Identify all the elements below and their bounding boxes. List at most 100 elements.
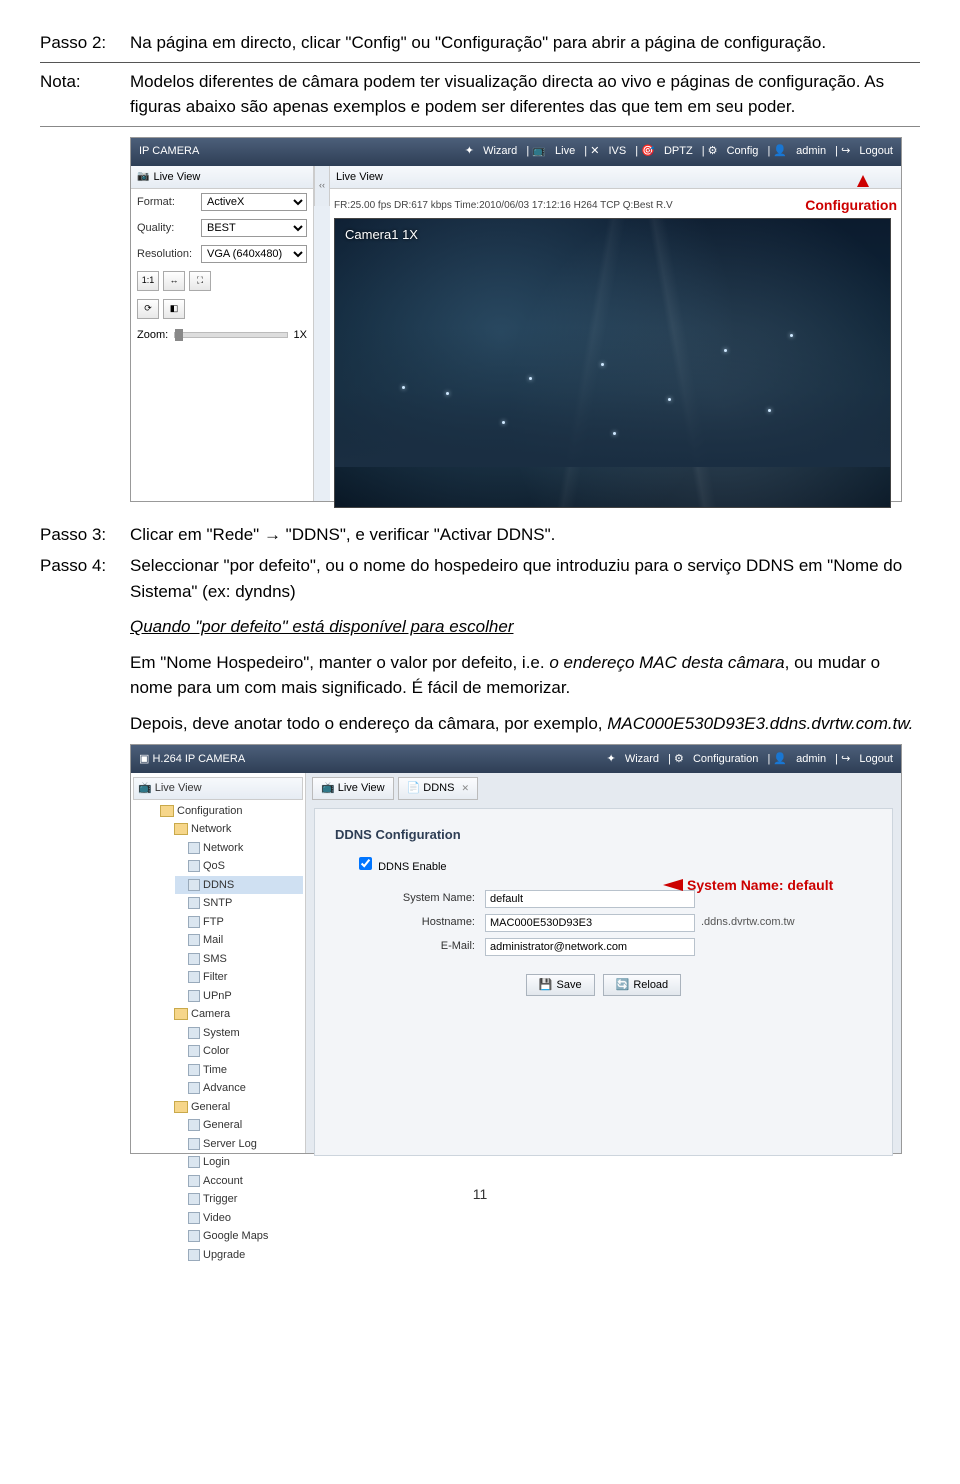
tree-video[interactable]: Video bbox=[175, 1209, 303, 1228]
divider bbox=[40, 62, 920, 63]
tree-trigger[interactable]: Trigger bbox=[175, 1190, 303, 1209]
nav-live[interactable]: | 📺 Live bbox=[526, 145, 575, 157]
video-feed: Camera1 1X bbox=[334, 218, 891, 508]
nav-config[interactable]: | ⚙ Config bbox=[702, 145, 759, 157]
tree-network[interactable]: Network bbox=[175, 839, 303, 858]
system-name-input[interactable] bbox=[485, 890, 695, 908]
hostname-suffix: .ddns.dvrtw.com.tw bbox=[701, 914, 795, 931]
tree-time[interactable]: Time bbox=[175, 1061, 303, 1080]
quality-label: Quality: bbox=[137, 220, 195, 237]
stream-info: FR:25.00 fps DR:617 kbps Time:2010/06/03… bbox=[334, 198, 673, 213]
nav-logout[interactable]: | ↪ Logout bbox=[835, 145, 893, 157]
tab-live-view[interactable]: 📺 Live View bbox=[312, 777, 394, 800]
nota-text: Modelos diferentes de câmara podem ter v… bbox=[130, 69, 920, 120]
system-name-callout: System Name: default bbox=[693, 875, 833, 896]
zoom-slider[interactable] bbox=[174, 332, 287, 338]
zoom-value: 1X bbox=[294, 327, 307, 344]
system-name-label: System Name: bbox=[335, 890, 485, 907]
tree-camera-folder[interactable]: Camera bbox=[161, 1005, 303, 1024]
tree-general[interactable]: General bbox=[175, 1116, 303, 1135]
close-icon[interactable]: ✕ bbox=[461, 782, 469, 796]
format-select[interactable]: ActiveX bbox=[201, 193, 307, 211]
zoom-label: Zoom: bbox=[137, 327, 168, 344]
tree-advance[interactable]: Advance bbox=[175, 1079, 303, 1098]
panel-title: DDNS Configuration bbox=[335, 825, 872, 845]
refresh-icon[interactable]: ⟳ bbox=[137, 299, 159, 319]
arrow-up-icon bbox=[857, 175, 869, 187]
tree-network-folder[interactable]: Network bbox=[161, 820, 303, 839]
step-4: Passo 4: Seleccionar "por defeito", ou o… bbox=[40, 553, 920, 736]
divider bbox=[40, 126, 920, 127]
step-4-line1: Seleccionar "por defeito", ou o nome do … bbox=[130, 553, 920, 604]
main-area: 📺 Live View 📄 DDNS✕ DDNS Configuration D… bbox=[306, 773, 901, 1153]
nav-wizard[interactable]: ✦ Wizard bbox=[607, 753, 660, 765]
tree-account[interactable]: Account bbox=[175, 1172, 303, 1191]
fullscreen-icon[interactable]: ⛶ bbox=[189, 271, 211, 291]
tree-sms[interactable]: SMS bbox=[175, 950, 303, 969]
header-nav: ✦ Wizard | ⚙ Configuration | 👤 admin | ↪… bbox=[601, 751, 893, 768]
hostname-label: Hostname: bbox=[335, 914, 485, 931]
tree-system[interactable]: System bbox=[175, 1024, 303, 1043]
tree-ftp[interactable]: FTP bbox=[175, 913, 303, 932]
tree-filter[interactable]: Filter bbox=[175, 968, 303, 987]
nav-wizard[interactable]: ✦ Wizard bbox=[465, 145, 518, 157]
nav-dptz[interactable]: | 🎯 DPTZ bbox=[635, 145, 692, 157]
header-nav: ✦ Wizard | 📺 Live | ✕ IVS | 🎯 DPTZ | ⚙ C… bbox=[459, 143, 893, 160]
email-input[interactable] bbox=[485, 938, 695, 956]
step-4-line2: Quando "por defeito" está disponível par… bbox=[130, 614, 920, 640]
ddns-enable-checkbox[interactable] bbox=[359, 857, 372, 870]
side-panel: Live View Format: ActiveX Quality: BEST … bbox=[131, 166, 314, 501]
hostname-input[interactable] bbox=[485, 914, 695, 932]
nota-label: Nota: bbox=[40, 69, 130, 120]
step-2-label: Passo 2: bbox=[40, 30, 130, 56]
tree-ddns[interactable]: DDNS bbox=[175, 876, 303, 895]
tree-color[interactable]: Color bbox=[175, 1042, 303, 1061]
nav-tree: 📺 Live View Configuration Network Networ… bbox=[131, 773, 306, 1153]
side-tab[interactable]: Live View bbox=[131, 166, 313, 190]
tree-login[interactable]: Login bbox=[175, 1153, 303, 1172]
nav-admin[interactable]: | 👤 admin bbox=[767, 753, 826, 765]
tree-upnp[interactable]: UPnP bbox=[175, 987, 303, 1006]
app-header: ▣ H.264 IP CAMERA ✦ Wizard | ⚙ Configura… bbox=[131, 745, 901, 773]
view-icons-row2: ⟳ ◧ bbox=[131, 295, 313, 323]
resolution-select[interactable]: VGA (640x480) bbox=[201, 245, 307, 263]
nav-config[interactable]: | ⚙ Configuration bbox=[668, 753, 758, 765]
step-2: Passo 2: Na página em directo, clicar "C… bbox=[40, 30, 920, 56]
scale-1-1-icon[interactable]: 1:1 bbox=[137, 271, 159, 291]
tree-configuration[interactable]: Configuration bbox=[147, 802, 303, 821]
tree-upgrade[interactable]: Upgrade bbox=[175, 1246, 303, 1265]
tree-mail[interactable]: Mail bbox=[175, 931, 303, 950]
arrow-left-icon bbox=[663, 879, 683, 891]
step-2-text: Na página em directo, clicar "Config" ou… bbox=[130, 30, 920, 56]
split-icon[interactable]: ◧ bbox=[163, 299, 185, 319]
tree-qos[interactable]: QoS bbox=[175, 857, 303, 876]
tab-bar: 📺 Live View 📄 DDNS✕ bbox=[306, 773, 901, 804]
save-button[interactable]: 💾 Save bbox=[526, 974, 595, 997]
tree-live-view[interactable]: 📺 Live View bbox=[133, 777, 303, 800]
nav-admin[interactable]: | 👤 admin bbox=[767, 145, 826, 157]
step-4-line3: Em "Nome Hospedeiro", manter o valor por… bbox=[130, 650, 920, 701]
step-3-text: Clicar em "Rede" → "DDNS", e verificar "… bbox=[130, 522, 920, 548]
step-4-body: Seleccionar "por defeito", ou o nome do … bbox=[130, 553, 920, 736]
reload-button[interactable]: 🔄 Reload bbox=[603, 974, 682, 997]
nav-logout[interactable]: | ↪ Logout bbox=[835, 753, 893, 765]
screenshot-ddns-config: ▣ H.264 IP CAMERA ✦ Wizard | ⚙ Configura… bbox=[130, 744, 902, 1154]
tree-general-folder[interactable]: General bbox=[161, 1098, 303, 1117]
tree-server-log[interactable]: Server Log bbox=[175, 1135, 303, 1154]
tab-ddns[interactable]: 📄 DDNS✕ bbox=[398, 777, 478, 800]
format-label: Format: bbox=[137, 194, 195, 211]
fit-width-icon[interactable]: ↔ bbox=[163, 271, 185, 291]
ddns-panel: DDNS Configuration DDNS Enable System Na… bbox=[314, 808, 893, 1156]
nav-ivs[interactable]: | ✕ IVS bbox=[584, 145, 626, 157]
email-label: E-Mail: bbox=[335, 938, 485, 955]
quality-select[interactable]: BEST bbox=[201, 219, 307, 237]
main-tab[interactable]: Live View bbox=[330, 166, 901, 190]
tree-sntp[interactable]: SNTP bbox=[175, 894, 303, 913]
tree-google-maps[interactable]: Google Maps bbox=[175, 1227, 303, 1246]
step-4-line4: Depois, deve anotar todo o endereço da c… bbox=[130, 711, 920, 737]
app-title: ▣ H.264 IP CAMERA bbox=[139, 751, 245, 768]
collapse-button[interactable]: ‹‹ bbox=[314, 166, 330, 206]
configuration-callout: Configuration bbox=[805, 195, 897, 216]
screenshot-live-view: IP CAMERA ✦ Wizard | 📺 Live | ✕ IVS | 🎯 … bbox=[130, 137, 902, 502]
nota: Nota: Modelos diferentes de câmara podem… bbox=[40, 69, 920, 120]
